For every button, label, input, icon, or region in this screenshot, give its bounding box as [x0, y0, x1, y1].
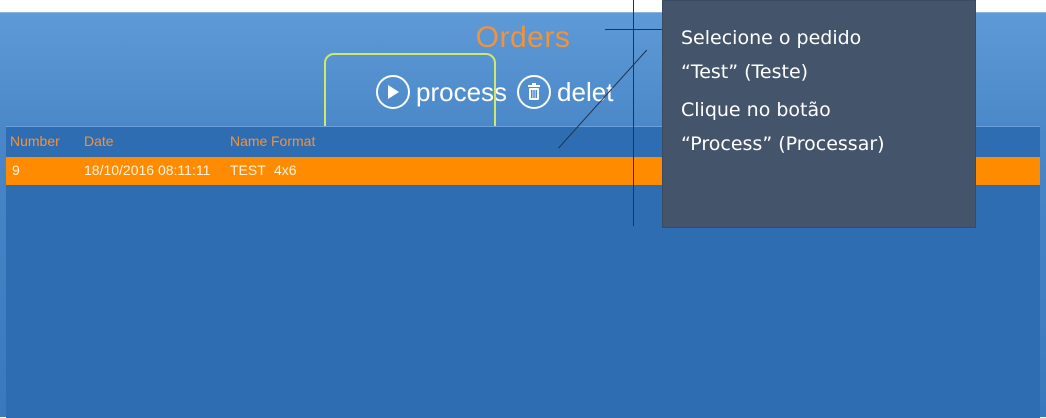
tooltip-line-3: Clique no botão [681, 99, 831, 121]
tooltip-line-4: “Process” (Processar) [681, 133, 885, 155]
instruction-tooltip: Selecione o pedido “Test” (Teste) Clique… [662, 0, 976, 228]
column-header-name[interactable]: Name [230, 133, 267, 149]
tooltip-leader-vertical [633, 0, 634, 226]
cell-format: 4x6 [274, 162, 297, 178]
column-header-format[interactable]: Format [271, 133, 315, 149]
delete-label: delet [557, 76, 614, 107]
column-header-number[interactable]: Number [10, 133, 60, 149]
process-highlight-callout [324, 53, 496, 137]
tooltip-leader-short [605, 29, 662, 30]
cell-name: TEST [230, 162, 266, 178]
column-header-date[interactable]: Date [84, 133, 114, 149]
trash-icon [517, 75, 552, 109]
cell-date: 18/10/2016 08:11:11 [84, 162, 211, 178]
tooltip-line-2: “Test” (Teste) [681, 61, 809, 83]
tooltip-line-1: Selecione o pedido [681, 27, 862, 49]
delete-button[interactable]: delet [517, 75, 613, 109]
cell-number: 9 [12, 162, 20, 178]
